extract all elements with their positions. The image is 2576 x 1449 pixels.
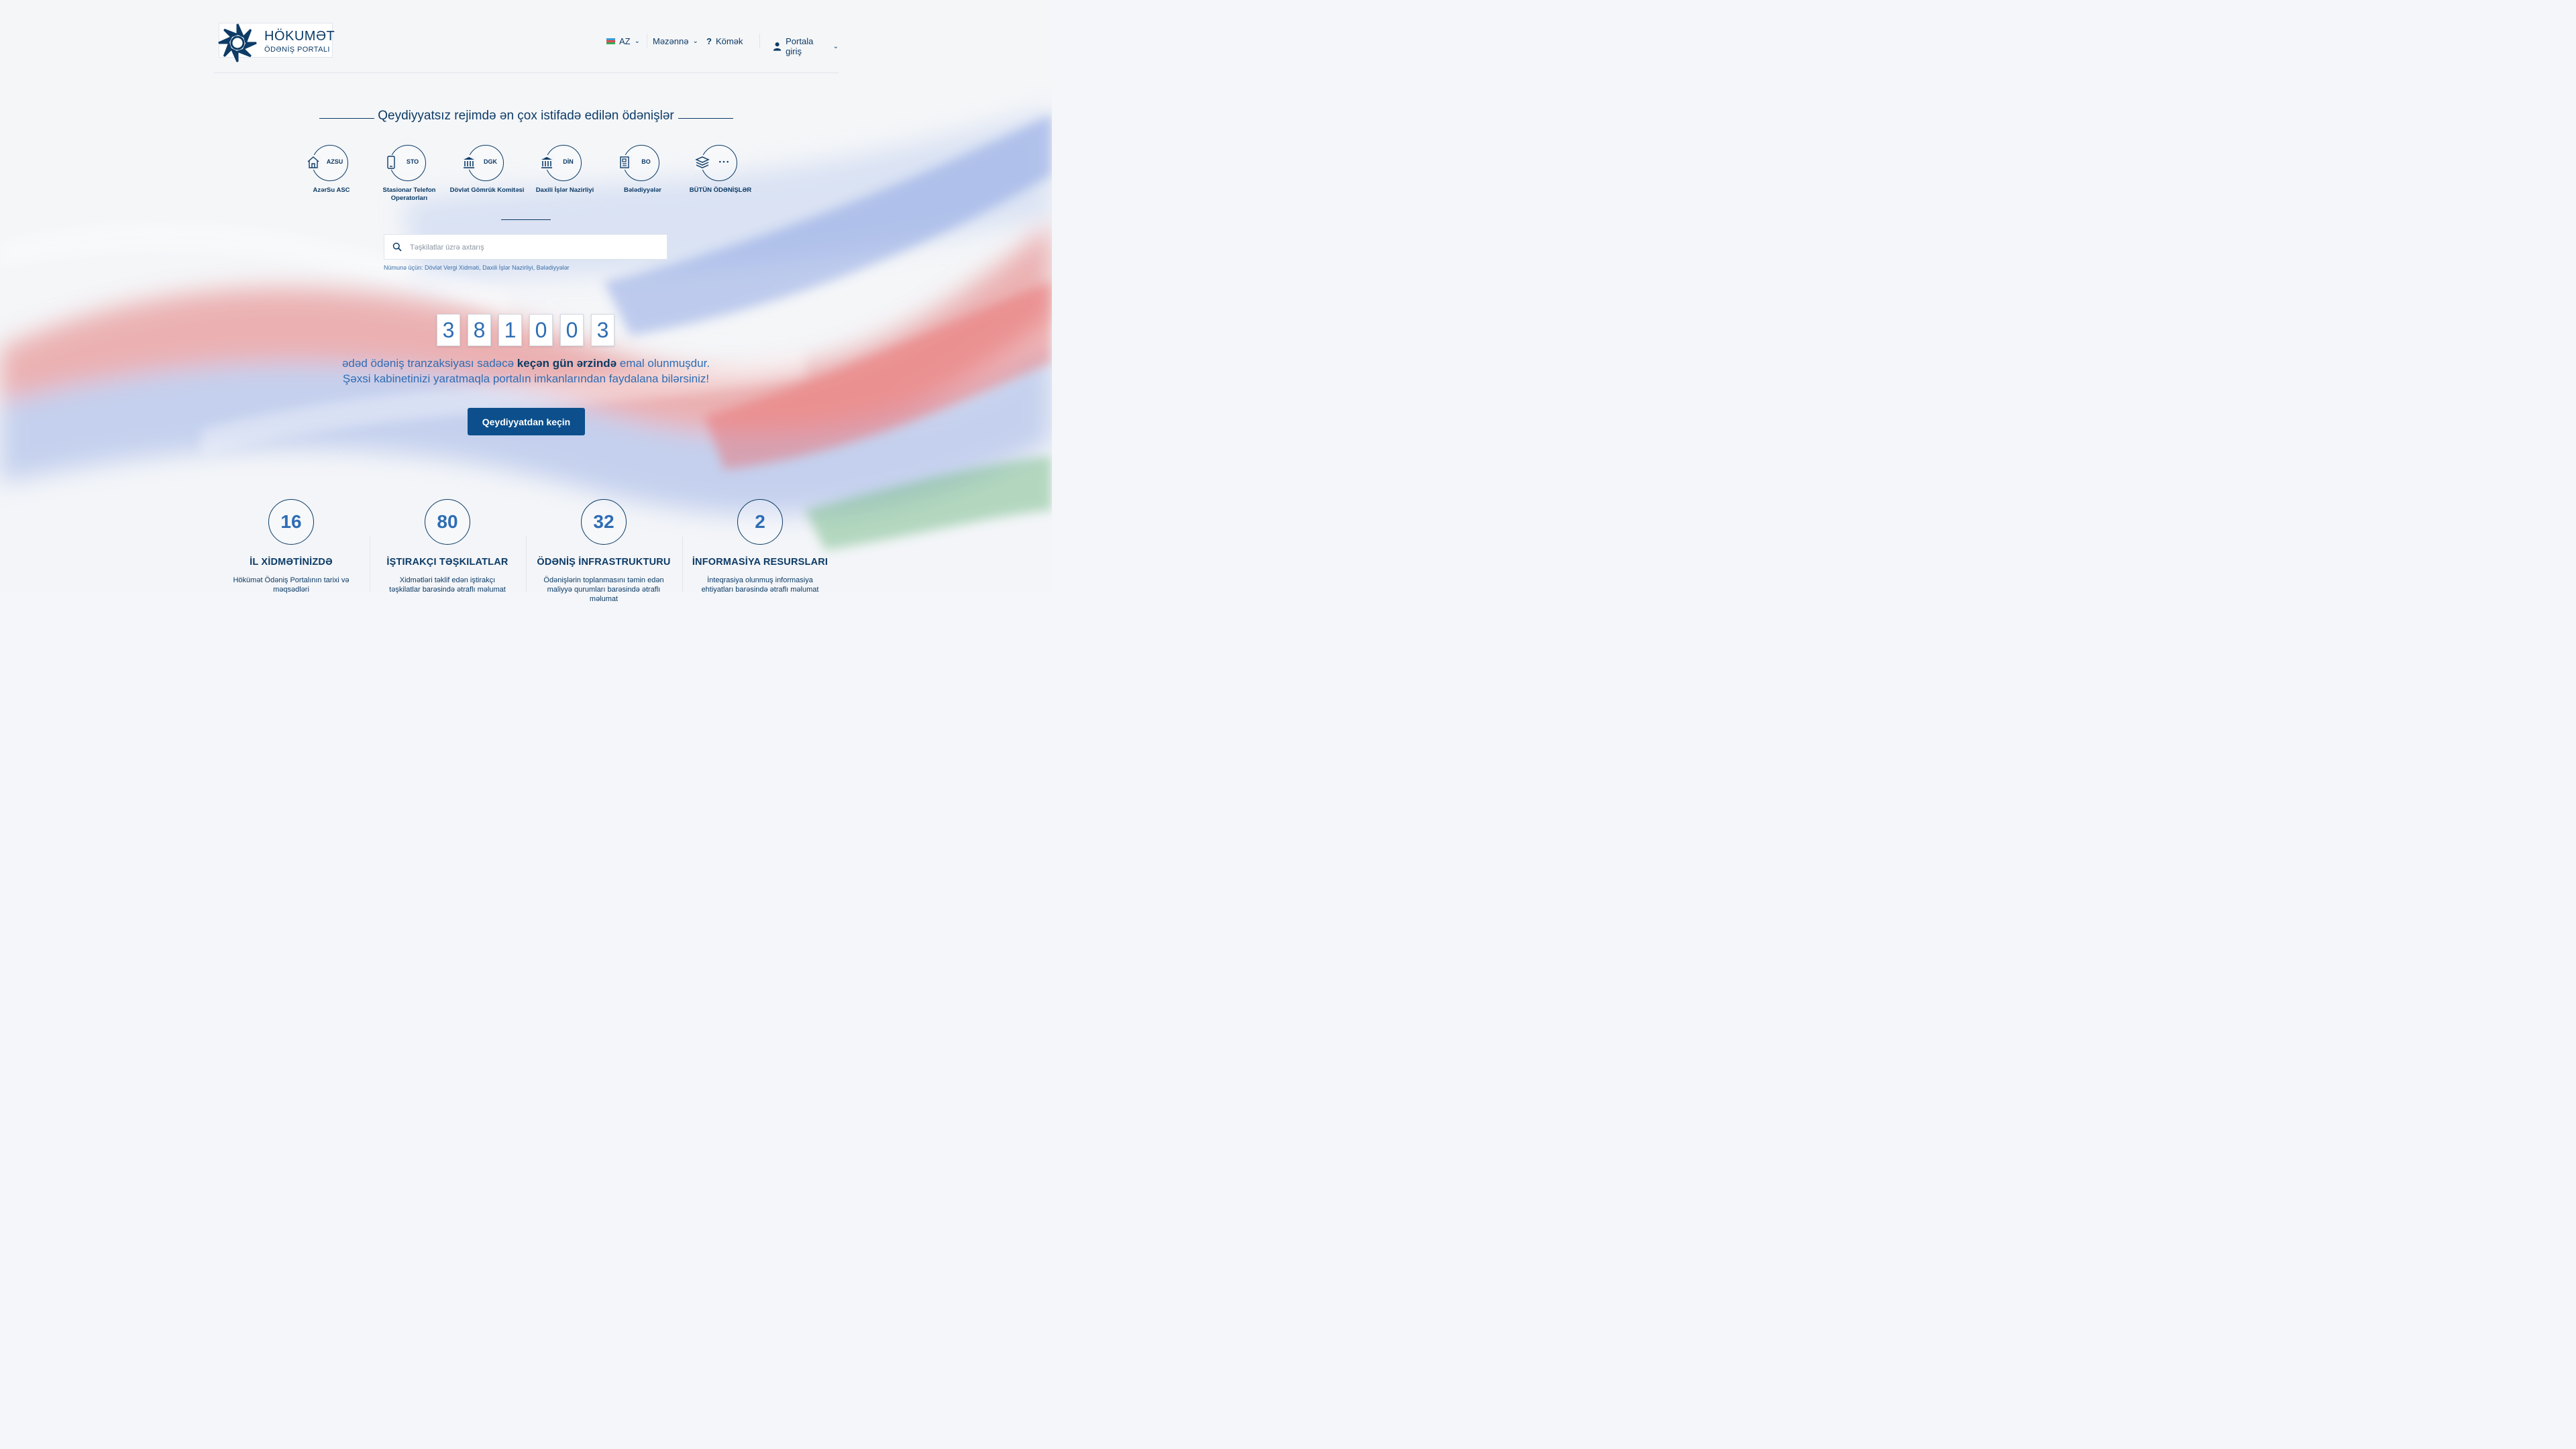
chevron-down-icon: ⌄ (692, 38, 698, 45)
service-name: BÜTÜN ÖDƏNİŞLƏR (689, 186, 752, 194)
stat-description: Ödənişlərin toplanmasını təmin edən mali… (543, 576, 664, 603)
stat-value: 2 (737, 499, 783, 545)
service-abbr: BO (641, 158, 651, 165)
service-abbr: AZSU (326, 158, 343, 165)
stat-value: 32 (581, 499, 627, 545)
language-label: AZ (619, 36, 631, 46)
counter-message-post: emal olunmuşdur. (619, 357, 710, 370)
counter-digit: 8 (468, 314, 491, 346)
organization-search (384, 234, 667, 260)
stat-infrastructure[interactable]: 32 ÖDƏNİŞ İNFRASTRUKTURU Ödənişlərin top… (526, 499, 682, 604)
counter-message-pre: ədəd ödəniş tranzaksiyası sadəcə (341, 357, 515, 370)
service-circle: DGK (462, 145, 504, 181)
search-example-hint: Nümunə üçün: Dövlət Vergi Xidməti, Daxil… (384, 264, 570, 271)
stat-value: 16 (268, 499, 314, 545)
stat-title: ÖDƏNİŞ İNFRASTRUKTURU (537, 557, 671, 568)
service-name: Dövlət Gömrük Komitəsi (449, 186, 525, 194)
title-rule-right (678, 118, 733, 119)
stat-description: Hökümət Ödəniş Portalının tarixi və məqs… (233, 576, 350, 594)
service-name: AzərSu ASC (313, 186, 350, 194)
counter-message-bold: keçən gün ərzində (517, 357, 617, 370)
nav-divider (759, 34, 760, 48)
exchange-rate-label: Məzənnə (653, 36, 689, 46)
stat-description: Xidmətləri təklif edən iştirakçı təşkila… (389, 576, 506, 594)
stat-organizations[interactable]: 80 İŞTIRAKÇI TƏŞKILATLAR Xidmətləri təkl… (370, 499, 525, 594)
service-azersu[interactable]: AZSU AzərSu ASC (292, 145, 370, 195)
service-circle: • • • (695, 145, 737, 181)
service-internal-affairs[interactable]: DİN Daxili İşlər Nazirliyi (526, 145, 604, 195)
service-abbr: DGK (484, 158, 497, 165)
counter-message: ədəd ödəniş tranzaksiyası sadəcə keçən g… (0, 357, 1052, 370)
login-label: Portala giriş (786, 36, 814, 56)
question-mark-icon: ? (706, 36, 712, 46)
logo-subtitle: ÖDƏNİŞ PORTALI (264, 46, 330, 54)
service-all-payments[interactable]: • • • BÜTÜN ÖDƏNİŞLƏR (682, 145, 759, 195)
service-abbr: DİN (563, 158, 574, 165)
stat-value: 80 (425, 499, 470, 545)
stat-title: İNFORMASİYA RESURSLARI (692, 557, 828, 568)
stat-title: İL XİDMƏTİNİZDƏ (250, 557, 333, 568)
service-name: Bələdiyyələr (624, 186, 661, 194)
logo-emblem-icon (218, 23, 257, 62)
service-abbr: STO (406, 158, 419, 165)
search-icon[interactable] (392, 242, 402, 252)
service-municipalities[interactable]: BO Bələdiyyələr (604, 145, 682, 195)
counter-digit: 0 (560, 314, 584, 346)
login-menu[interactable]: Portala giriş ⌄ (773, 36, 839, 56)
stat-information-resources[interactable]: 2 İNFORMASİYA RESURSLARI İnteqrasiya olu… (682, 499, 838, 594)
counter-digit: 3 (591, 314, 614, 346)
service-phone-operators[interactable]: STO Stasionar Telefon Operatorları (370, 145, 448, 203)
chevron-down-icon: ⌄ (634, 38, 641, 45)
help-label: Kömək (715, 36, 743, 46)
service-abbr: • • • (718, 158, 729, 165)
stat-description: İnteqrasiya olunmuş informasiya ehtiyatl… (701, 576, 819, 594)
cabinet-message: Şəxsi kabinetinizi yaratmaqla portalın i… (342, 372, 710, 385)
service-customs[interactable]: DGK Dövlət Gömrük Komitəsi (448, 145, 526, 195)
service-circle: BO (617, 145, 659, 181)
counter-digit: 0 (529, 314, 553, 346)
user-icon (773, 42, 782, 51)
register-button[interactable]: Qeydiyyatdan keçin (468, 408, 585, 435)
counter-digit: 3 (437, 314, 460, 346)
azerbaijan-flag-icon (606, 38, 615, 44)
language-selector[interactable]: AZ ⌄ (606, 36, 640, 46)
stat-years[interactable]: 16 İL XİDMƏTİNİZDƏ Hökümət Ödəniş Portal… (213, 499, 369, 594)
help-link[interactable]: ? Kömək (706, 36, 743, 46)
section-divider (501, 219, 551, 220)
site-header: HÖKUMƏT ÖDƏNİŞ PORTALI AZ ⌄ Məzənnə ⌄ ? … (213, 16, 839, 73)
stat-title: İŞTIRAKÇI TƏŞKILATLAR (386, 557, 508, 568)
service-circle: DİN (539, 145, 582, 181)
exchange-rate-menu[interactable]: Məzənnə ⌄ (653, 36, 698, 46)
search-input[interactable] (409, 235, 659, 260)
popular-payments-title: Qeydiyyatsız rejimdə ən çox istifadə edi… (378, 109, 674, 123)
portal-logo[interactable]: HÖKUMƏT ÖDƏNİŞ PORTALI (218, 23, 335, 62)
service-circle: STO (384, 145, 426, 181)
service-circle: AZSU (306, 145, 348, 181)
service-name: Daxili İşlər Nazirliyi (535, 186, 594, 194)
transaction-counter: 3 8 1 0 0 3 (437, 314, 614, 346)
counter-digit: 1 (498, 314, 522, 346)
chevron-down-icon: ⌄ (833, 42, 839, 50)
logo-title: HÖKUMƏT (264, 29, 335, 44)
service-name: Stasionar Telefon Operatorları (382, 186, 436, 202)
